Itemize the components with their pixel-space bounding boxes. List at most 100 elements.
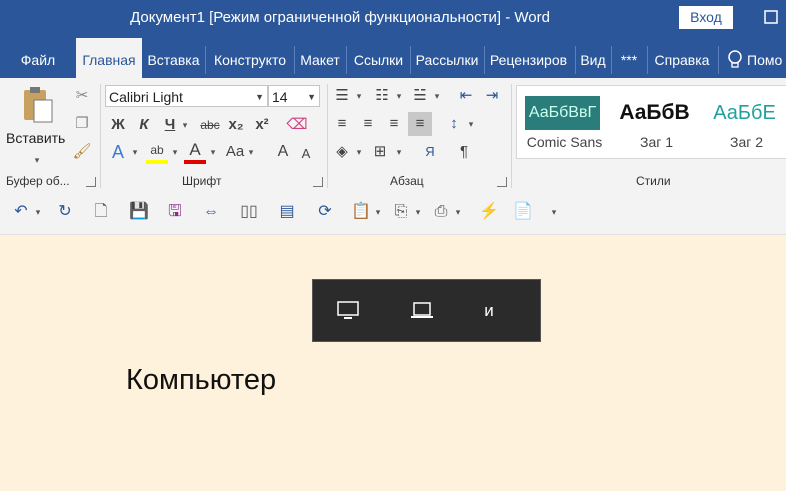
paste-dropdown-icon[interactable]: ▾ [32,150,42,170]
tab-help[interactable]: Справка [648,38,716,78]
tab-file[interactable]: Файл [0,38,76,78]
borders-icon[interactable]: ⊞ [370,142,390,162]
paste-special-icon[interactable]: ⎘ [390,202,412,222]
new-document-icon[interactable]: 🗋 [90,202,112,222]
style-item-heading-1[interactable]: АаБбВ Заг 1 [609,86,697,158]
sort-button[interactable]: Я [420,142,440,162]
font-launcher-icon[interactable] [313,177,323,187]
chevron-down-icon: ▼ [307,92,316,102]
paste-icon[interactable] [20,86,56,126]
align-right-icon[interactable]: ≡ [384,114,404,134]
clear-formatting-icon[interactable]: ⌫ [286,115,308,135]
paste-special-dropdown-icon[interactable]: ▾ [412,202,424,222]
tab-mailings[interactable]: Рассылки [411,38,483,78]
tab-more[interactable]: *** [612,38,646,78]
style-preview: АаБбЕ [713,102,776,124]
numbering-dropdown-icon[interactable]: ▾ [394,86,404,106]
superscript-button[interactable]: x² [252,115,272,135]
save-icon[interactable]: 💾 [128,202,150,222]
bold-button[interactable]: Ж [108,115,128,135]
tab-references[interactable]: Ссылки [347,38,410,78]
clipboard-options-dropdown-icon[interactable]: ▾ [452,202,464,222]
multilevel-dropdown-icon[interactable]: ▾ [432,86,442,106]
move-icon[interactable]: ⇔ [200,202,222,222]
customize-toolbar-icon[interactable]: ▾ [548,202,560,222]
bullets-dropdown-icon[interactable]: ▾ [354,86,364,106]
tab-view[interactable]: Вид [576,38,610,78]
numbering-icon[interactable]: ☷ [372,86,392,106]
paragraph-launcher-icon[interactable] [497,177,507,187]
font-color-dropdown-icon[interactable]: ▾ [208,142,218,162]
show-marks-button[interactable]: ¶ [454,142,474,162]
tab-home[interactable]: Главная [76,38,142,78]
ribbon-tabs: Файл Главная Вставка Конструкто Макет Сс… [0,38,786,78]
subscript-button[interactable]: x₂ [226,115,246,135]
shading-dropdown-icon[interactable]: ▾ [354,142,364,162]
cut-icon[interactable]: ✂ [72,86,92,106]
paragraph-group-label: Абзац [390,174,424,188]
highlight-button[interactable]: ab [146,140,168,164]
popup-letter-button[interactable]: и [481,300,497,322]
laptop-icon[interactable] [409,300,435,322]
tab-insert[interactable]: Вставка [142,38,205,78]
font-group-label: Шрифт [182,174,222,188]
format-brush-icon[interactable]: ⚡ [478,202,500,222]
align-left-icon[interactable]: ≡ [332,114,352,134]
change-case-dropdown-icon[interactable]: ▾ [246,142,256,162]
line-spacing-icon[interactable]: ↕ [444,114,464,134]
multilevel-list-icon[interactable]: ☱ [410,86,430,106]
style-item-heading-2[interactable]: АаБбЕ Заг 2 [699,86,786,158]
two-pages-icon[interactable]: ▯▯ [238,202,260,222]
redo-icon[interactable]: ↻ [54,202,76,222]
lightbulb-icon[interactable] [726,48,746,72]
underline-button[interactable]: Ч [160,115,180,135]
document-properties-icon[interactable]: 📄 [512,202,534,222]
document-text[interactable]: Компьютер [126,364,276,397]
grow-font-button[interactable]: A [274,142,292,162]
decrease-indent-icon[interactable]: ⇤ [456,86,476,106]
desktop-monitor-icon[interactable] [335,300,361,322]
tab-review[interactable]: Рецензиров [485,38,572,78]
align-center-icon[interactable]: ≡ [358,114,378,134]
undo-dropdown-icon[interactable]: ▾ [32,202,44,222]
tab-tell-me[interactable]: Помо [747,38,786,78]
clipboard-group-label: Буфер об... [6,174,70,188]
justify-icon[interactable]: ≡ [408,112,432,136]
maximize-icon[interactable] [762,8,780,26]
tab-layout[interactable]: Макет [295,38,345,78]
underline-dropdown-icon[interactable]: ▾ [180,115,190,135]
italic-button[interactable]: К [134,115,154,135]
strikethrough-button[interactable]: abc [198,115,222,135]
shading-icon[interactable]: ◈ [332,142,352,162]
clipboard-launcher-icon[interactable] [86,177,96,187]
paste-qat-dropdown-icon[interactable]: ▾ [372,202,384,222]
font-name-combo[interactable]: Calibri Light ▼ [105,85,268,107]
format-painter-icon[interactable]: 🖌 [72,142,92,162]
text-effects-dropdown-icon[interactable]: ▾ [130,142,140,162]
tab-design[interactable]: Конструкто [207,38,293,78]
text-effects-button[interactable]: A [108,142,128,162]
print-layout-icon[interactable]: ▤ [276,202,298,222]
styles-gallery: АаБбВвГ Comic Sans АаБбВ Заг 1 АаБбЕ Заг… [516,85,786,159]
borders-dropdown-icon[interactable]: ▾ [394,142,404,162]
line-spacing-dropdown-icon[interactable]: ▾ [466,114,476,134]
save-as-icon[interactable]: 🖫 [164,202,186,222]
style-item-comic-sans[interactable]: АаБбВвГ Comic Sans [517,86,605,158]
copy-icon[interactable]: ❐ [72,114,92,134]
display-mode-popup: и [312,279,541,342]
highlight-dropdown-icon[interactable]: ▾ [170,142,180,162]
sign-in-button[interactable]: Вход [679,6,733,29]
change-case-button[interactable]: Aa [224,142,246,162]
style-name: Заг 1 [639,134,674,150]
shrink-font-button[interactable]: A [298,144,314,164]
title-bar: Документ1 [Режим ограниченной функционал… [0,0,786,38]
bullets-icon[interactable]: ☰ [332,86,352,106]
clipboard-options-icon[interactable]: ⎙ [430,202,452,222]
refresh-document-icon[interactable]: ⟳ [314,202,336,222]
font-size-combo[interactable]: 14 ▼ [268,85,320,107]
increase-indent-icon[interactable]: ⇥ [482,86,502,106]
undo-icon[interactable]: ↶ [10,202,32,222]
paste-qat-icon[interactable]: 📋 [350,202,372,222]
paste-button[interactable]: Вставить [6,130,65,146]
font-color-button[interactable]: A [184,140,206,164]
